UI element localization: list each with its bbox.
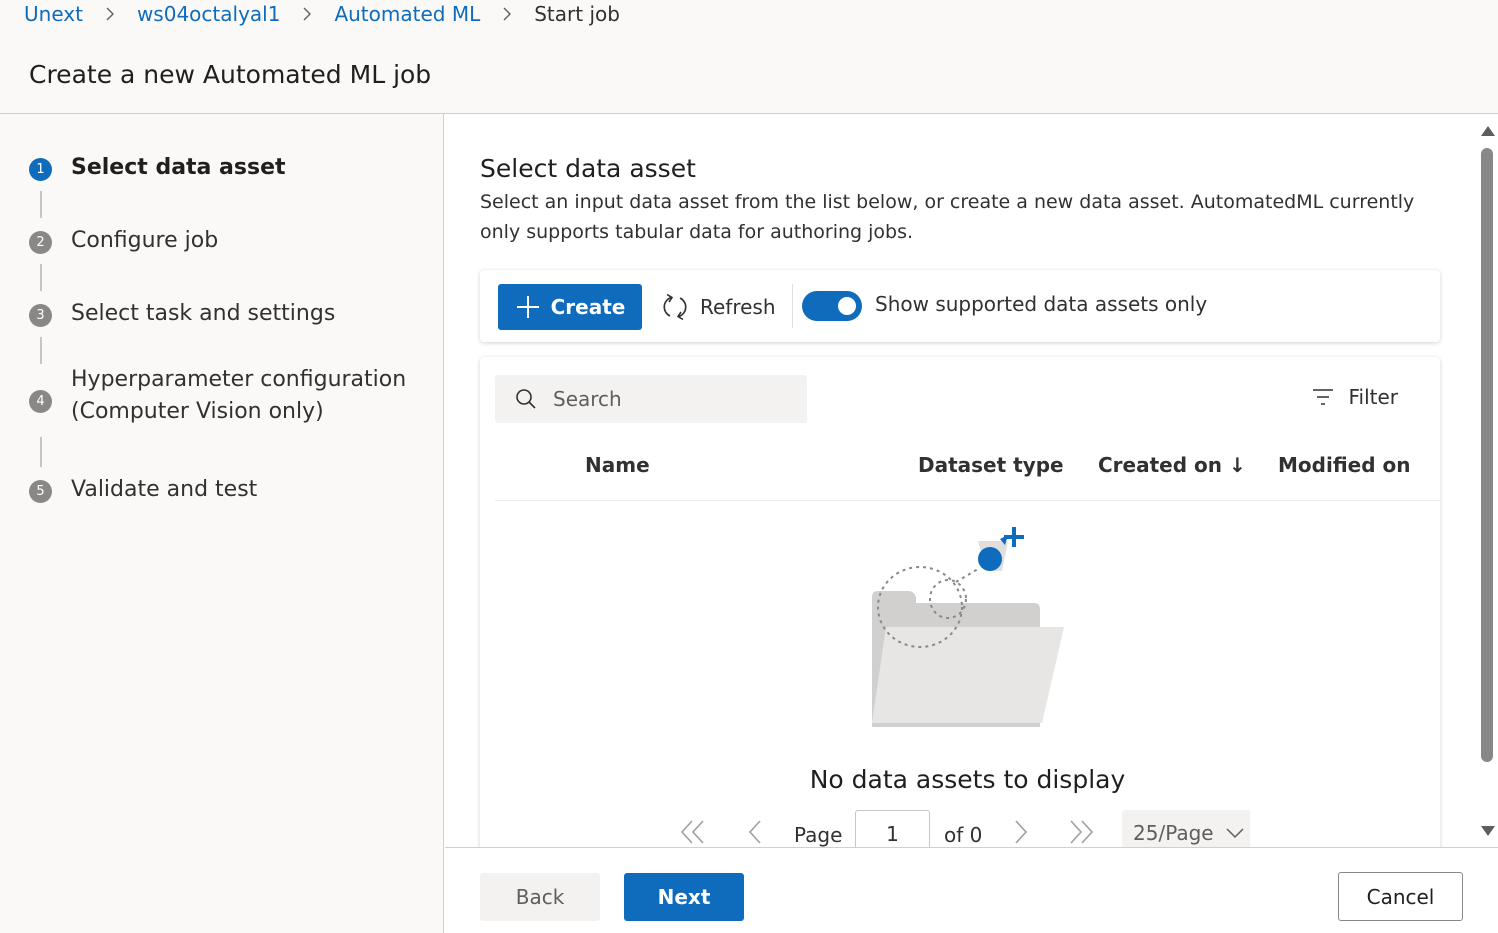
chevron-right-icon [105, 6, 115, 22]
next-page-icon[interactable] [1010, 819, 1030, 845]
refresh-button[interactable]: Refresh [662, 284, 776, 330]
vertical-scrollbar[interactable] [1478, 114, 1498, 847]
create-button-label: Create [550, 295, 626, 319]
filter-icon [1313, 389, 1334, 405]
refresh-icon [663, 293, 687, 321]
step-connector [40, 437, 42, 467]
cancel-button[interactable]: Cancel [1338, 872, 1463, 921]
page-count: of 0 [944, 823, 983, 847]
search-input[interactable] [553, 387, 793, 411]
data-asset-table: Filter Name Dataset type Created on ↓ Mo… [480, 357, 1440, 847]
page-size-value: 25/Page [1133, 821, 1214, 845]
section-description: Select an input data asset from the list… [480, 191, 1415, 243]
supported-assets-toggle[interactable] [802, 291, 862, 321]
pagination: Page 1 of 0 25/Page [680, 809, 1280, 847]
step-number-badge: 5 [29, 480, 52, 503]
plus-icon [516, 296, 539, 318]
step-number-badge: 2 [29, 231, 52, 254]
page-label: Page [794, 823, 843, 847]
create-button[interactable]: Create [498, 284, 642, 330]
column-header-dataset-type[interactable]: Dataset type [918, 453, 1064, 477]
breadcrumb-current: Start job [534, 2, 620, 26]
scroll-up-arrow[interactable] [1481, 126, 1495, 136]
breadcrumb: Unext ws04octalyal1 Automated ML Start j… [24, 0, 620, 28]
breadcrumb-link-unext[interactable]: Unext [24, 2, 83, 26]
back-button[interactable]: Back [480, 873, 600, 921]
breadcrumb-link-automated-ml[interactable]: Automated ML [334, 2, 480, 26]
step-label: Validate and test [71, 477, 258, 502]
step-connector [40, 337, 42, 364]
step-connector [40, 191, 42, 218]
wizard-footer: Back Next Cancel [445, 847, 1498, 933]
page-header: Unext ws04octalyal1 Automated ML Start j… [0, 0, 1498, 114]
empty-state-message: No data assets to display [809, 765, 1126, 794]
refresh-button-label: Refresh [700, 295, 776, 319]
table-header-divider [495, 500, 1440, 501]
step-label: Hyperparameter configuration (Computer V… [71, 364, 406, 428]
chevron-down-icon [1226, 828, 1244, 839]
step-connector [40, 264, 42, 291]
toggle-label: Show supported data assets only [875, 292, 1208, 316]
page-size-dropdown[interactable]: 25/Page [1122, 810, 1250, 847]
next-button[interactable]: Next [624, 873, 744, 921]
search-icon [516, 389, 536, 409]
toggle-knob [838, 297, 856, 315]
column-header-name[interactable]: Name [585, 453, 650, 477]
scroll-thumb[interactable] [1481, 148, 1493, 762]
last-page-icon[interactable] [1068, 819, 1094, 845]
step-number-badge: 3 [29, 304, 52, 327]
empty-folder-illustration [872, 527, 1064, 727]
toolbar-divider [792, 284, 793, 328]
step-label: Select task and settings [71, 301, 336, 326]
main-content: Select data asset Select an input data a… [445, 114, 1478, 847]
step-label-line: Hyperparameter configuration [71, 367, 407, 392]
column-header-modified-on[interactable]: Modified on [1278, 453, 1410, 477]
search-box[interactable] [495, 375, 807, 423]
scroll-down-arrow[interactable] [1481, 826, 1495, 836]
wizard-steps: 1 Select data asset 2 Configure job 3 Se… [0, 114, 444, 933]
first-page-icon[interactable] [680, 819, 706, 845]
wizard-step-validate[interactable]: 5 Validate and test [29, 477, 257, 506]
step-number-badge: 4 [29, 390, 52, 413]
wizard-step-select-task[interactable]: 3 Select task and settings [29, 301, 335, 330]
chevron-right-icon [302, 6, 312, 22]
step-label: Select data asset [71, 155, 286, 180]
data-asset-toolbar: Create Refresh Show supported data asset… [480, 270, 1440, 342]
breadcrumb-link-workspace[interactable]: ws04octalyal1 [137, 2, 281, 26]
section-title: Select data asset [480, 154, 696, 183]
wizard-step-configure-job[interactable]: 2 Configure job [29, 228, 218, 257]
page-number-input[interactable]: 1 [855, 810, 930, 847]
wizard-step-select-data-asset[interactable]: 1 Select data asset [29, 155, 286, 184]
wizard-step-hyperparameter[interactable]: 4 Hyperparameter configuration (Computer… [29, 367, 406, 428]
filter-button[interactable]: Filter [1312, 385, 1398, 409]
step-label-line: (Computer Vision only) [71, 399, 324, 424]
step-label: Configure job [71, 228, 219, 253]
column-header-created-on[interactable]: Created on ↓ [1098, 453, 1246, 477]
filter-label: Filter [1348, 385, 1398, 409]
page-title: Create a new Automated ML job [29, 60, 432, 89]
step-number-badge: 1 [29, 158, 52, 181]
chevron-right-icon [502, 6, 512, 22]
previous-page-icon[interactable] [746, 819, 766, 845]
